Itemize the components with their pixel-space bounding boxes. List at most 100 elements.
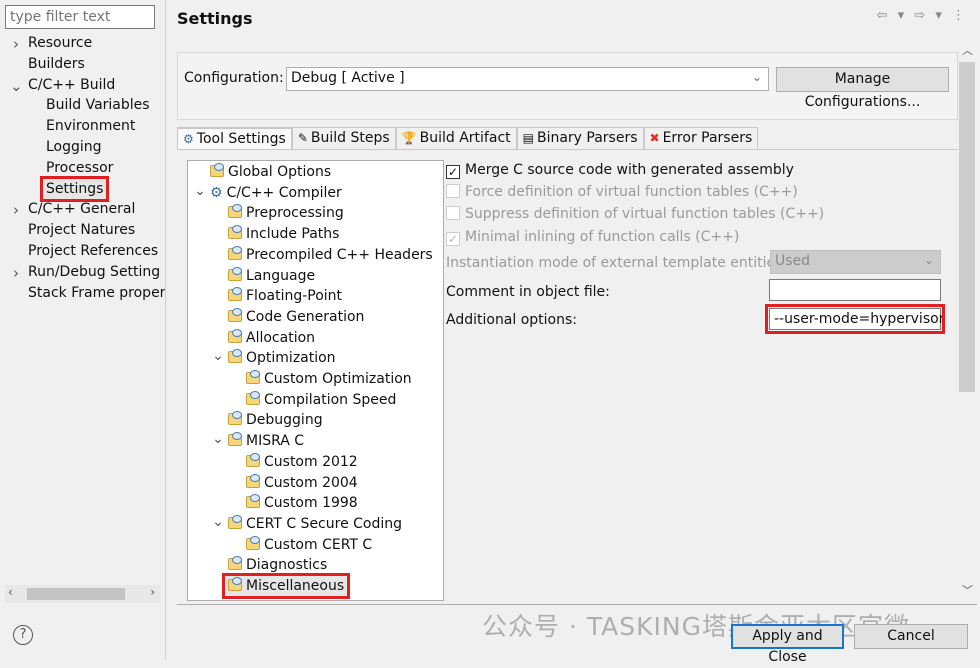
divider [177,149,958,150]
tree-item-label: CERT C Secure Coding [246,515,403,532]
tab-bar: ⚙ Tool Settings ✎ Build Steps 🏆 Build Artifac… [177,127,759,149]
chevron-down-icon: ⌄ [923,253,934,267]
tool-folder-icon [228,577,242,591]
tree-item[interactable]: Settings [39,175,110,202]
suppress-label: Suppress definition of virtual function … [465,206,825,222]
tree-item[interactable]: Compilation Speed [246,390,396,410]
chevron-right-icon[interactable]: › [10,263,22,283]
tab-binary-parsers[interactable]: ▤ Binary Parsers [516,127,644,149]
tab-error-parsers[interactable]: ✖ Error Parsers [643,127,759,149]
help-icon[interactable]: ? [13,625,33,645]
tree-item-label: Custom 2012 [264,453,358,470]
tree-item[interactable]: C/C++ General [28,199,135,219]
horizontal-scrollbar[interactable]: ‹ › [5,585,160,603]
tree-item[interactable]: Run/Debug Setting [28,262,160,282]
tree-item[interactable]: Optimization [228,348,336,368]
tree-item[interactable]: Logging [46,137,102,157]
tool-folder-icon [228,328,242,343]
tree-item[interactable]: Language [228,266,315,286]
comment-input[interactable] [769,279,941,301]
tab-build-artifact[interactable]: 🏆 Build Artifact [395,127,517,149]
chevron-right-icon[interactable]: › [10,34,22,54]
brush-icon: ✎ [297,131,308,145]
tree-item[interactable]: MISRA C [228,431,304,451]
vertical-scrollbar[interactable]: ︿ ﹀ [958,40,976,600]
instantiation-label: Instantiation mode of external template … [446,255,788,271]
tree-item-label: Code Generation [246,308,365,325]
tree-item[interactable]: Custom Optimization [246,369,412,389]
tree-item[interactable]: Stack Frame proper [28,283,165,303]
tree-item[interactable]: Diagnostics [228,555,327,575]
chevron-down-icon[interactable]: ⌄ [212,346,224,366]
tree-item[interactable]: Miscellaneous [221,573,351,599]
chevron-down-icon[interactable]: ⌄ [212,512,224,532]
tree-item-label: Custom 2004 [264,474,358,491]
divider [165,0,166,660]
divider [177,604,977,605]
configuration-select[interactable]: Debug [ Active ] ⌄ [286,67,769,91]
tree-item-label: Custom CERT C [264,536,373,553]
tree-item[interactable]: Environment [46,116,135,136]
cancel-button[interactable]: Cancel [854,624,968,649]
tool-folder-icon [246,370,260,384]
tab-label: Error Parsers [662,130,753,146]
tool-folder-icon [246,390,260,405]
chevron-down-icon[interactable]: ⌄ [10,76,23,96]
tree-item[interactable]: Precompiled C++ Headers [228,245,433,265]
tab-tool-settings[interactable]: ⚙ Tool Settings [177,127,292,149]
tree-item[interactable]: Global Options [210,162,331,182]
suppress-vtables-checkbox[interactable]: Suppress definition of virtual function … [446,204,824,224]
tree-item[interactable]: Builders [28,54,85,74]
instantiation-select[interactable]: Used ⌄ [770,250,941,274]
trophy-icon: 🏆 [401,131,417,145]
tool-folder-icon [228,556,242,571]
minimal-inlining-checkbox[interactable]: ✓ Minimal inlining of function calls (C++… [446,227,739,247]
tree-item[interactable]: Build Variables [46,95,150,115]
tree-item[interactable]: Floating-Point [228,286,342,306]
tree-item[interactable]: Preprocessing [228,203,344,223]
tree-item-label: Custom 1998 [264,495,358,512]
watermark: 公众号 · TASKING塔斯金亚太区官微 [482,612,910,641]
tree-item-label: Miscellaneous [246,578,345,594]
chevron-down-icon[interactable]: ⌄ [194,181,206,201]
apply-and-close-button[interactable]: Apply and Close [731,624,844,665]
checkbox-icon [446,184,460,198]
tree-item[interactable]: Custom CERT C [246,535,372,555]
tool-folder-icon [228,204,242,219]
manage-configurations-button[interactable]: Manage Configurations... [776,67,949,110]
tree-item[interactable]: C/C++ Build [28,75,115,95]
checkbox-icon: ✓ [446,165,460,179]
tool-folder-icon [210,163,224,177]
tab-build-steps[interactable]: ✎ Build Steps [291,127,396,149]
tree-item-label: Allocation [246,329,316,346]
chevron-down-icon[interactable]: ⌄ [212,429,224,449]
comment-label: Comment in object file: [446,284,610,300]
tree-item[interactable]: Resource [28,33,92,53]
tree-item[interactable]: Custom 1998 [246,493,358,513]
scroll-thumb[interactable] [27,588,125,600]
tool-folder-icon [228,266,242,281]
chevron-right-icon[interactable]: › [10,200,22,220]
tree-item[interactable]: Include Paths [228,224,339,244]
scroll-thumb[interactable] [959,62,975,392]
tree-item-label: Global Options [228,164,332,180]
tree-item[interactable]: Project Natures [28,220,135,240]
tree-item[interactable]: Processor [46,158,113,178]
tree-item[interactable]: Code Generation [228,307,364,327]
force-vtables-checkbox[interactable]: Force definition of virtual function tab… [446,182,798,202]
tree-item-label: Include Paths [246,226,340,243]
tree-item[interactable]: Allocation [228,328,315,348]
configuration-label: Configuration: [184,70,284,86]
tab-label: Binary Parsers [536,130,638,146]
tree-item[interactable]: Custom 2012 [246,452,358,472]
additional-options-input[interactable]: --user-mode=hypervisor [765,304,945,334]
tree-item[interactable]: CERT C Secure Coding [228,514,402,534]
nav-arrows-icon[interactable]: ⇦ ▾ ⇨ ▾ ⋮ [877,8,968,23]
filter-input[interactable] [5,5,155,29]
tree-item[interactable]: Debugging [228,410,323,430]
merge-checkbox[interactable]: ✓ Merge C source code with generated asse… [446,160,794,180]
tree-item[interactable]: Custom 2004 [246,473,358,493]
tree-item[interactable]: ⚙ C/C++ Compiler [210,183,342,203]
tree-item-label: Floating-Point [246,288,343,305]
tree-item[interactable]: Project References [28,241,158,261]
